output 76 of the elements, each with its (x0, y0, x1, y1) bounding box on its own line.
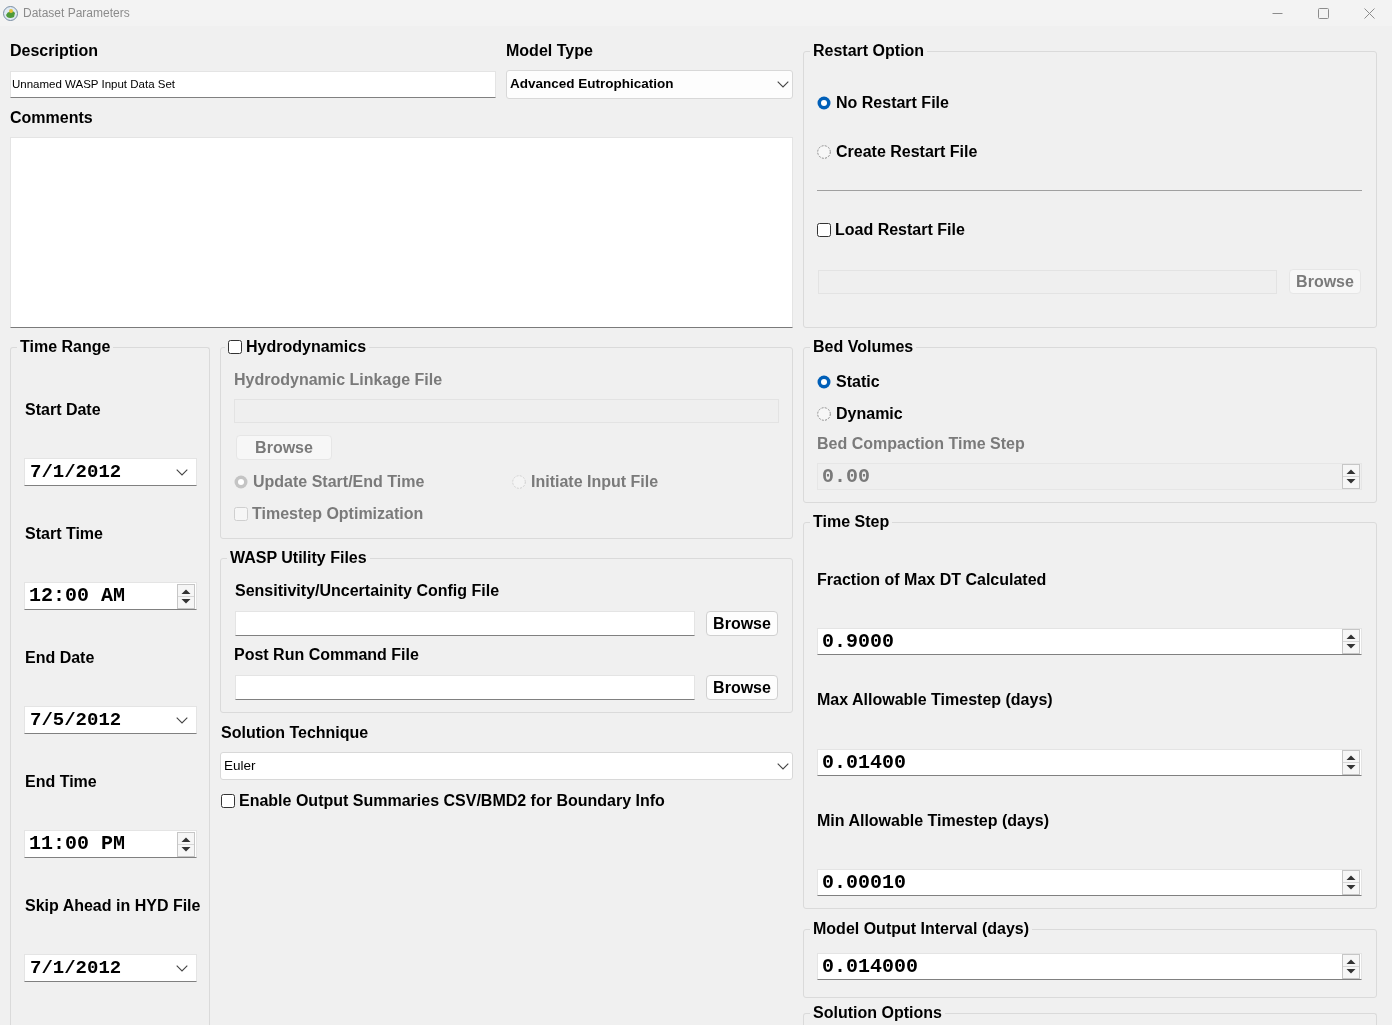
date-picker[interactable]: 7/5/2012 (24, 706, 197, 734)
window-title: Dataset Parameters (23, 6, 130, 20)
chevron-down-icon (176, 964, 188, 972)
spin-arrows-icon[interactable] (1342, 629, 1360, 654)
field-label: Solution Technique (221, 724, 369, 742)
file-path-field[interactable] (235, 675, 695, 700)
group-title: Restart Option (812, 42, 926, 60)
browse-button[interactable]: Browse (706, 611, 778, 636)
radio-icon[interactable] (817, 96, 831, 110)
field-label: Model Type (506, 42, 593, 60)
checkbox-icon[interactable] (228, 340, 242, 354)
radio-icon[interactable] (234, 475, 248, 489)
description-field[interactable]: Unnamed WASP Input Data Set (10, 71, 496, 98)
restart-radio-option[interactable]: Create Restart File (817, 143, 978, 161)
number-spinner[interactable]: 0.01400 (817, 749, 1362, 776)
time-spinner[interactable]: 12:00 AM (24, 582, 197, 610)
group-title: Time Step (812, 513, 891, 531)
number-spinner[interactable]: 0.9000 (817, 628, 1362, 655)
load-restart-checkbox[interactable]: Load Restart File (817, 221, 965, 239)
chevron-down-icon (777, 81, 789, 88)
group-title: Solution Options (812, 1004, 943, 1022)
group-title: WASP Utility Files (229, 549, 368, 567)
timestep-optimization-checkbox[interactable]: Timestep Optimization (234, 505, 424, 523)
field-label: Description (10, 42, 98, 60)
solution-technique-dropdown[interactable]: Euler (220, 752, 793, 780)
field-label: Fraction of Max DT Calculated (817, 571, 1047, 589)
date-picker[interactable]: 7/1/2012 (24, 458, 197, 486)
field-label: Skip Ahead in HYD File (24, 897, 201, 915)
browse-button[interactable]: Browse (236, 435, 332, 460)
chevron-down-icon (176, 468, 188, 476)
spin-arrows-icon[interactable] (177, 583, 195, 609)
hydrodynamics-radio-option[interactable]: Initiate Input File (512, 473, 659, 491)
field-label: End Time (24, 773, 97, 791)
number-spinner[interactable]: 0.00010 (817, 869, 1362, 896)
spin-arrows-icon[interactable] (1342, 954, 1360, 979)
file-path-field[interactable] (235, 611, 695, 636)
chevron-down-icon (176, 716, 188, 724)
bed-volume-radio-option[interactable]: Static (817, 373, 880, 391)
field-label: Start Time (24, 525, 103, 543)
field-label: Sensitivity/Uncertainity Config File (235, 582, 500, 600)
group-title: Time Range (19, 338, 112, 356)
hydrodynamics-radio-option[interactable]: Update Start/End Time (234, 473, 512, 491)
date-picker[interactable]: 7/1/2012 (24, 954, 197, 982)
field-label: Comments (10, 109, 93, 127)
checkbox-icon[interactable] (817, 223, 831, 237)
hydrodynamics-checkbox[interactable]: Hydrodynamics (228, 338, 367, 356)
field-label: Min Allowable Timestep (days) (817, 812, 1050, 830)
field-label: Start Date (24, 401, 101, 419)
maximize-icon (1317, 7, 1329, 19)
time-spinner[interactable]: 11:00 PM (24, 830, 197, 858)
restart-radio-option[interactable]: No Restart File (817, 94, 949, 112)
spin-arrows-icon[interactable] (1342, 870, 1360, 895)
globe-icon (3, 5, 18, 21)
group-title: Model Output Interval (days) (812, 920, 1030, 938)
field-label: Hydrodynamic Linkage File (234, 371, 443, 389)
model-type-dropdown[interactable]: Advanced Eutrophication (506, 70, 793, 99)
chevron-down-icon (777, 762, 789, 770)
output-summaries-checkbox[interactable]: Enable Output Summaries CSV/BMD2 for Boundary Info (221, 792, 665, 810)
radio-icon[interactable] (817, 375, 831, 389)
bed-volume-radio-option[interactable]: Dynamic (817, 405, 903, 423)
field-label: Max Allowable Timestep (days) (817, 691, 1053, 709)
checkbox-icon[interactable] (221, 794, 235, 808)
number-spinner[interactable]: 0.014000 (817, 953, 1362, 980)
spin-arrows-icon[interactable] (177, 831, 195, 857)
field-label: Post Run Command File (234, 646, 419, 664)
browse-button[interactable]: Browse (706, 675, 778, 700)
group-title: Bed Volumes (812, 338, 915, 356)
spin-arrows-icon[interactable] (1342, 750, 1360, 775)
radio-icon[interactable] (512, 475, 526, 489)
field-label: Bed Compaction Time Step (817, 435, 1025, 453)
browse-button[interactable]: Browse (1289, 269, 1361, 294)
radio-icon[interactable] (817, 145, 831, 159)
field-label: End Date (24, 649, 95, 667)
comments-field[interactable] (10, 137, 793, 328)
radio-icon[interactable] (817, 407, 831, 421)
close-icon (1363, 7, 1375, 19)
